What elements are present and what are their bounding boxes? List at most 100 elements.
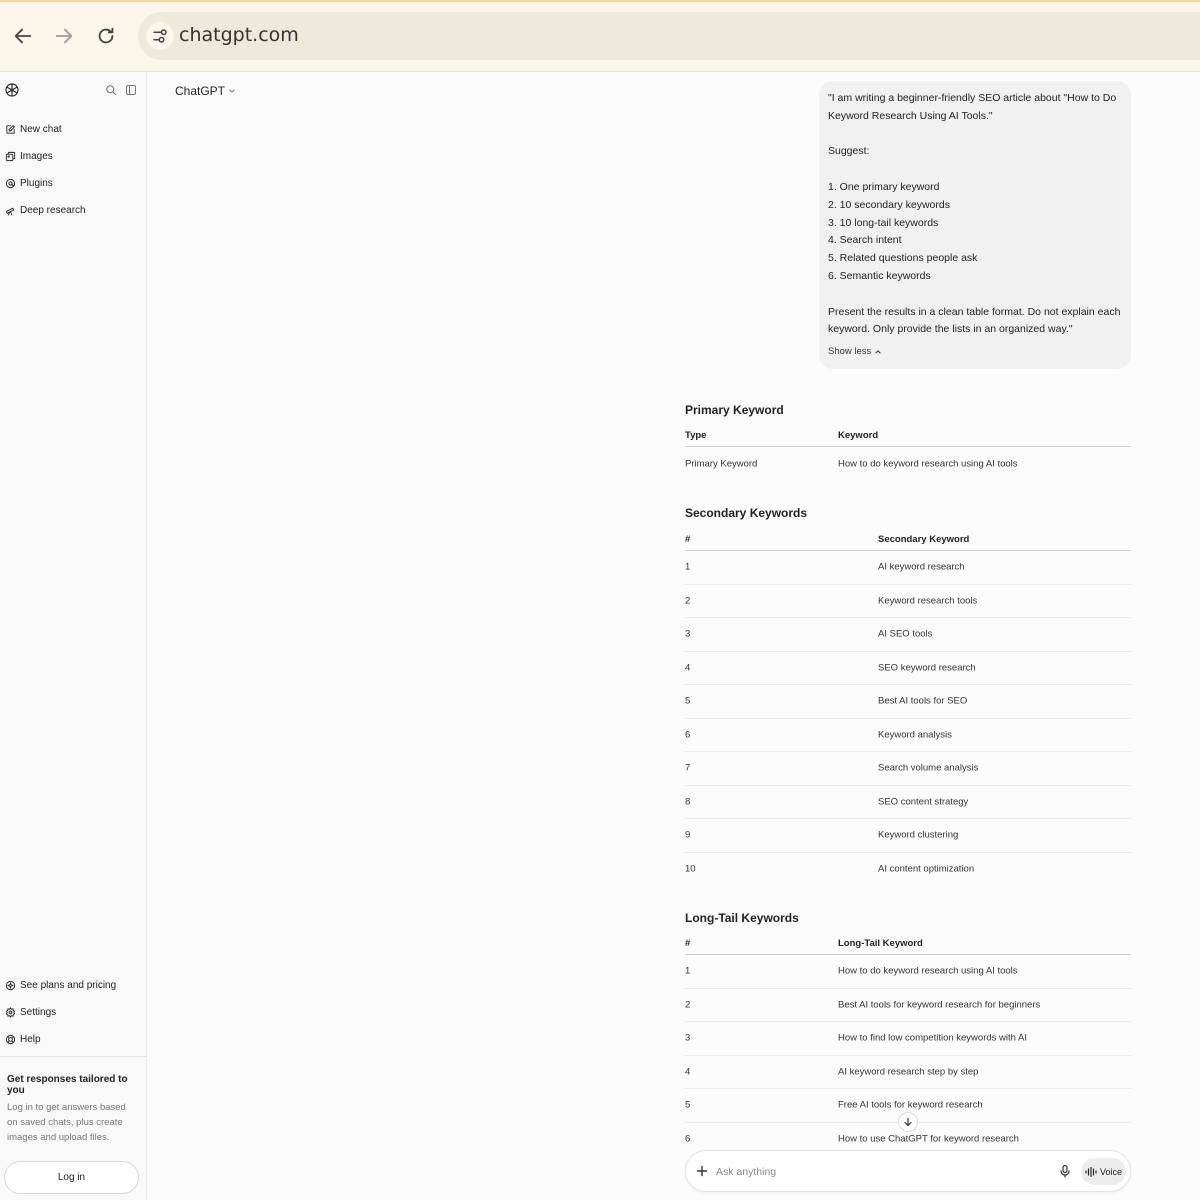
table-row: 10 AI content optimization xyxy=(685,853,1131,887)
table-cell: How to use ChatGPT for keyword research xyxy=(838,1133,1019,1145)
model-picker[interactable]: ChatGPT xyxy=(175,84,236,98)
composer: Voice xyxy=(685,1150,1131,1192)
sidebar-divider xyxy=(0,1056,147,1057)
table-cell: How to find low competition keywords wit… xyxy=(838,1032,1028,1044)
table-cell: 3 xyxy=(685,1032,691,1044)
table-cell: Search volume analysis xyxy=(878,762,979,774)
primary-keyword-heading: Primary Keyword xyxy=(685,403,784,417)
edit-icon xyxy=(6,124,15,134)
table-cell: 8 xyxy=(685,796,691,808)
sidebar-item-label: See plans and pricing xyxy=(20,979,117,991)
sidebar-item-plugins[interactable]: Plugins xyxy=(5,174,53,192)
images-icon xyxy=(5,151,16,161)
browser-tab-strip-edge xyxy=(0,0,1200,2)
back-icon xyxy=(14,28,32,44)
secondary-keywords-table: # Secondary Keyword 1 AI keyword research… xyxy=(685,526,1131,886)
table-row: Primary Keyword How to do keyword resear… xyxy=(685,447,1131,480)
table-cell: How to do keyword research using AI tool… xyxy=(838,458,1018,469)
table-header: Type Keyword xyxy=(685,422,1131,447)
back-button[interactable] xyxy=(9,22,37,50)
table-row: 4 SEO keyword research xyxy=(685,652,1131,685)
voice-button[interactable]: Voice xyxy=(1081,1158,1126,1185)
column-header: Secondary Keyword xyxy=(878,534,970,545)
prompt-input[interactable] xyxy=(716,1164,1046,1180)
sidebar-item-help[interactable]: Help xyxy=(5,1030,41,1048)
gear-icon xyxy=(5,1006,16,1018)
sidebar-item-new-chat[interactable]: New chat xyxy=(5,120,62,138)
sidebar-item-label: Deep research xyxy=(20,204,86,216)
forward-button[interactable] xyxy=(50,22,78,50)
show-less-button[interactable]: Show less xyxy=(828,346,882,357)
reload-icon xyxy=(98,27,114,44)
table-cell: How to do keyword research using AI tool… xyxy=(838,965,1018,977)
reload-button[interactable] xyxy=(92,22,120,50)
table-row: 3 How to find low competition keywords wi… xyxy=(685,1022,1131,1056)
site-settings-button[interactable] xyxy=(146,22,174,50)
table-cell: 1 xyxy=(685,965,691,977)
table-cell: 7 xyxy=(685,762,691,774)
telescope-icon xyxy=(5,207,15,216)
browser-toolbar: chatgpt.com xyxy=(0,0,1200,72)
log-in-button[interactable]: Log in xyxy=(4,1161,139,1194)
tailored-description: Log in to get answers based on saved cha… xyxy=(7,1102,126,1143)
table-cell: AI keyword research xyxy=(878,561,965,573)
column-header: # xyxy=(685,534,691,545)
table-row: 3 AI SEO tools xyxy=(685,618,1131,652)
table-cell: 1 xyxy=(685,561,691,573)
sidebar-item-label: Settings xyxy=(20,1006,57,1018)
table-cell: Keyword clustering xyxy=(878,829,959,841)
table-header: # Long-Tail Keyword xyxy=(685,930,1131,955)
table-row: 1 AI keyword research xyxy=(685,551,1131,585)
table-cell: SEO content strategy xyxy=(878,796,969,808)
table-cell: 6 xyxy=(685,729,691,741)
table-row: 9 Keyword clustering xyxy=(685,819,1131,853)
table-row: 8 SEO content strategy xyxy=(685,786,1131,819)
table-cell: Free AI tools for keyword research xyxy=(838,1099,983,1111)
sidebar-item-settings[interactable]: Settings xyxy=(5,1003,56,1021)
column-header: # xyxy=(685,938,691,949)
table-row: 4 AI keyword research step by step xyxy=(685,1056,1131,1089)
sidebar-item-label: Plugins xyxy=(20,177,53,189)
table-row: 2 Keyword research tools xyxy=(685,585,1131,618)
sidebar-item-label: Images xyxy=(20,150,53,162)
site-settings-icon xyxy=(153,29,167,43)
help-icon xyxy=(5,1034,16,1044)
sidebar-item-deep-research[interactable]: Deep research xyxy=(5,201,86,219)
table-cell: Best AI tools for SEO xyxy=(878,695,968,707)
column-header: Keyword xyxy=(838,430,879,441)
table-cell: 2 xyxy=(685,595,691,607)
sidebar-item-images[interactable]: Images xyxy=(5,147,53,165)
chevron-up-icon xyxy=(875,349,882,354)
column-header: Type xyxy=(685,430,707,441)
secondary-keywords-heading: Secondary Keywords xyxy=(685,506,808,520)
forward-icon xyxy=(55,28,73,44)
microphone-icon[interactable] xyxy=(1058,1164,1072,1178)
search-icon[interactable] xyxy=(105,84,117,96)
table-cell: AI keyword research step by step xyxy=(838,1066,979,1078)
address-bar[interactable]: chatgpt.com xyxy=(138,12,1200,60)
table-cell: AI SEO tools xyxy=(878,628,933,640)
table-cell: 4 xyxy=(685,1066,691,1078)
sidebar: New chat Images Plugins Deep research Se… xyxy=(0,72,147,1200)
arrow-down-icon xyxy=(904,1117,912,1127)
plus-icon[interactable] xyxy=(695,1164,709,1178)
table-cell: 10 xyxy=(685,863,696,875)
scroll-to-bottom-button[interactable] xyxy=(898,1112,918,1132)
table-row: 7 Search volume analysis xyxy=(685,752,1131,786)
model-label: ChatGPT xyxy=(175,84,226,98)
sidebar-item-label: Help xyxy=(20,1033,41,1045)
table-cell: 4 xyxy=(685,662,691,674)
table-cell: AI content optimization xyxy=(878,863,975,875)
table-row: 6 Keyword analysis xyxy=(685,719,1131,752)
table-cell: 2 xyxy=(685,999,691,1011)
sidebar-toggle-icon[interactable] xyxy=(125,84,137,96)
table-cell: 6 xyxy=(685,1133,691,1145)
table-cell: SEO keyword research xyxy=(878,662,976,674)
table-row: 5 Best AI tools for SEO xyxy=(685,685,1131,719)
primary-keyword-table: Type Keyword Primary Keyword How to do k… xyxy=(685,422,1131,480)
table-row: 1 How to do keyword research using AI too… xyxy=(685,955,1131,989)
sidebar-item-plans[interactable]: See plans and pricing xyxy=(5,976,116,994)
url-text[interactable]: chatgpt.com xyxy=(179,24,299,46)
table-header: # Secondary Keyword xyxy=(685,526,1131,551)
openai-logo-icon[interactable] xyxy=(4,82,20,98)
